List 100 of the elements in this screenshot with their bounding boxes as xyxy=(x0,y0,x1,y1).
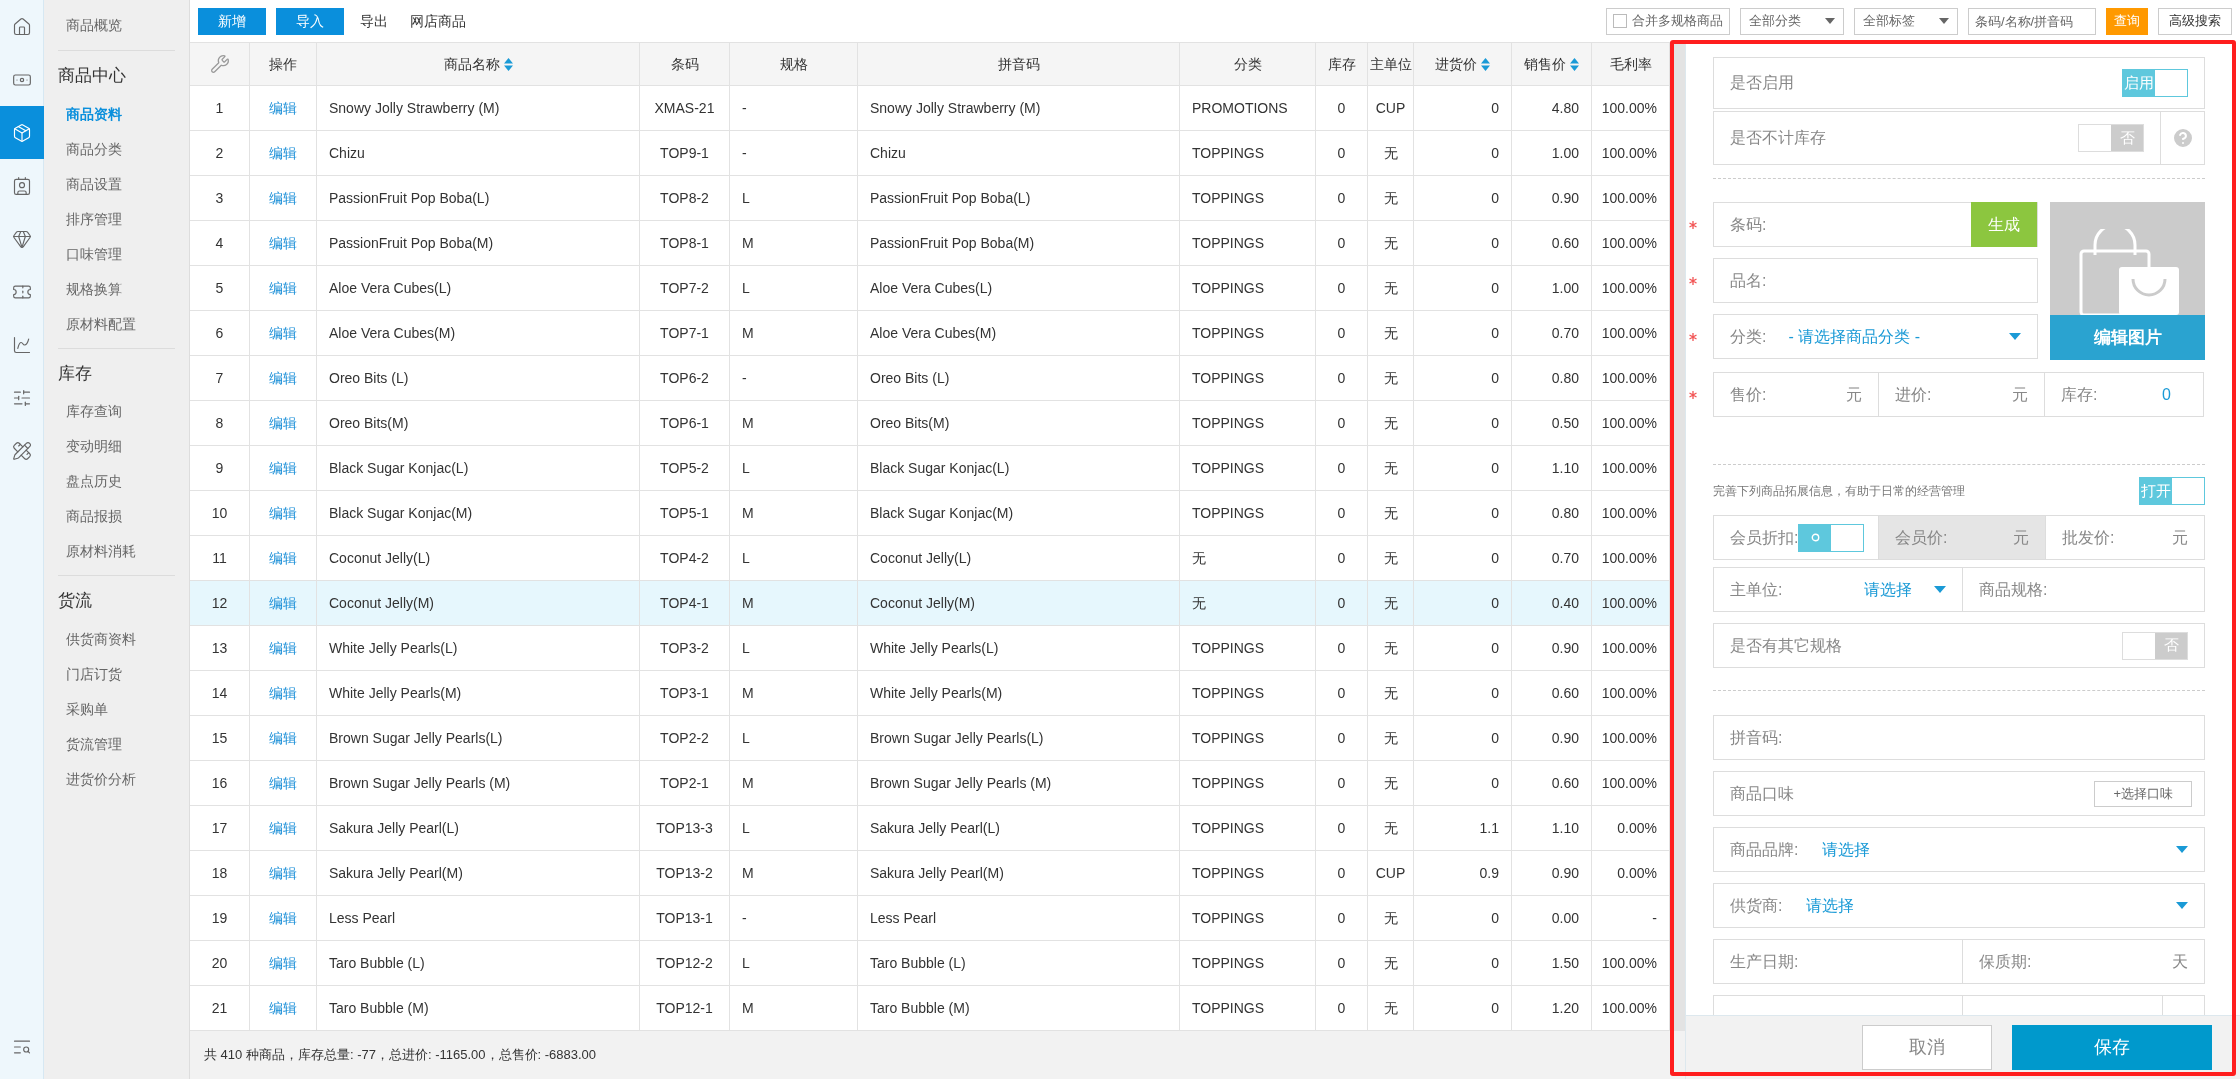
table-cell-text: Oreo Bits (L) xyxy=(870,368,950,388)
table-row[interactable]: 6 编辑 Aloe Vera Cubes(M) TOP7-1 M Aloe Vera Cubes(M) TOPPINGS 0 无 0 0.70 100.00% xyxy=(190,311,1670,356)
edit-link[interactable]: 编辑 xyxy=(269,142,297,164)
toggle-switch[interactable]: 启用 xyxy=(2122,69,2188,97)
nav-item[interactable]: 库存查询 xyxy=(58,401,175,421)
edit-link[interactable]: 编辑 xyxy=(269,682,297,704)
nav-item[interactable]: 货流管理 xyxy=(58,733,175,754)
nav-item[interactable]: 商品概览 xyxy=(58,15,175,36)
cancel-button[interactable]: 取消 xyxy=(1862,1025,1992,1070)
product-image[interactable]: 编辑图片 xyxy=(2050,202,2205,360)
table-row[interactable]: 20 编辑 Taro Bubble (L) TOP12-2 L Taro Bubble (L) TOPPINGS 0 无 0 1.50 100.00% xyxy=(190,941,1670,986)
table-cell-text: Black Sugar Konjac(M) xyxy=(870,503,1014,523)
table-row[interactable]: 8 编辑 Oreo Bits(M) TOP6-1 M Oreo Bits(M) TOPPINGS 0 无 0 0.50 100.00% xyxy=(190,401,1670,446)
toolbar-link[interactable]: 导出 xyxy=(354,10,394,32)
nav-item[interactable]: 口味管理 xyxy=(58,243,175,264)
edit-link[interactable]: 编辑 xyxy=(269,817,297,839)
column-header[interactable]: 商品名称 xyxy=(443,53,513,75)
toggle-switch[interactable] xyxy=(1798,523,1865,552)
edit-image-button[interactable]: 编辑图片 xyxy=(2050,315,2205,360)
advanced-search-button[interactable]: 高级搜索 xyxy=(2158,7,2232,35)
table-row[interactable]: 13 编辑 White Jelly Pearls(L) TOP3-2 L White Jelly Pearls(L) TOPPINGS 0 无 0 0.90 100.00% xyxy=(190,626,1670,671)
toggle-switch[interactable]: 打开 xyxy=(2139,477,2205,505)
input-field[interactable]: 保质期: 天 xyxy=(1963,939,2205,984)
nav-item[interactable]: 原材料配置 xyxy=(58,313,175,334)
edit-link[interactable]: 编辑 xyxy=(269,952,297,974)
table-row[interactable]: 12 编辑 Coconut Jelly(M) TOP4-1 M Coconut Jelly(M) 无 0 无 0 0.40 100.00% xyxy=(190,581,1670,626)
table-row[interactable]: 5 编辑 Aloe Vera Cubes(L) TOP7-2 L Aloe Vera Cubes(L) TOPPINGS 0 无 0 1.00 100.00% xyxy=(190,266,1670,311)
table-row[interactable]: 7 编辑 Oreo Bits (L) TOP6-2 - Oreo Bits (L) TOPPINGS 0 无 0 0.80 100.00% xyxy=(190,356,1670,401)
nav-item[interactable]: 商品资料 xyxy=(58,103,175,124)
edit-link[interactable]: 编辑 xyxy=(269,457,297,479)
search-field[interactable]: 条码/名称/拼音码 xyxy=(1968,7,2096,35)
nav-item[interactable]: 规格换算 xyxy=(58,278,175,299)
input-field[interactable]: 会员折扣: xyxy=(1713,515,1879,560)
input-field[interactable]: 进价: 元 xyxy=(1879,372,2045,417)
nav-item[interactable]: 原材料消耗 xyxy=(58,541,175,561)
filter-select[interactable]: 全部分类 xyxy=(1740,7,1844,35)
column-header[interactable]: 销售价 xyxy=(1524,53,1579,75)
nav-item[interactable]: 变动明细 xyxy=(58,436,175,456)
table-row[interactable]: 2 编辑 Chizu TOP9-1 - Chizu TOPPINGS 0 无 0 1.00 100.00% xyxy=(190,131,1670,176)
merge-checkbox[interactable]: 合并多规格商品 xyxy=(1606,7,1730,35)
edit-link[interactable]: 编辑 xyxy=(269,772,297,794)
table-row[interactable]: 16 编辑 Brown Sugar Jelly Pearls (M) TOP2-1 M Brown Sugar Jelly Pearls (M) TOPPINGS 0 无 0 0.60 100.00% xyxy=(190,761,1670,806)
edit-link[interactable]: 编辑 xyxy=(269,322,297,344)
table-row[interactable]: 15 编辑 Brown Sugar Jelly Pearls(L) TOP2-2 L Brown Sugar Jelly Pearls(L) TOPPINGS 0 无 0 0.90 100.00% xyxy=(190,716,1670,761)
table-row[interactable]: 21 编辑 Taro Bubble (M) TOP12-1 M Taro Bubble (M) TOPPINGS 0 无 0 1.20 100.00% xyxy=(190,986,1670,1031)
nav-item[interactable]: 门店订货 xyxy=(58,663,175,684)
table-row[interactable]: 10 编辑 Black Sugar Konjac(M) TOP5-1 M Black Sugar Konjac(M) TOPPINGS 0 无 0 0.80 100.00% xyxy=(190,491,1670,536)
edit-link[interactable]: 编辑 xyxy=(269,727,297,749)
table-row[interactable]: 4 编辑 PassionFruit Pop Boba(M) TOP8-1 M PassionFruit Pop Boba(M) TOPPINGS 0 无 0 0.60 100.00% xyxy=(190,221,1670,266)
input-field[interactable]: 商品规格: xyxy=(1963,567,2205,612)
edit-link[interactable]: 编辑 xyxy=(269,232,297,254)
column-header[interactable]: 进货价 xyxy=(1435,53,1490,75)
edit-link[interactable]: 编辑 xyxy=(269,502,297,524)
edit-link[interactable]: 编辑 xyxy=(269,592,297,614)
filter-select[interactable]: 全部标签 xyxy=(1854,7,1958,35)
table-row[interactable]: 11 编辑 Coconut Jelly(L) TOP4-2 L Coconut Jelly(L) 无 0 无 0 0.70 100.00% xyxy=(190,536,1670,581)
nav-item[interactable]: 进货价分析 xyxy=(58,768,175,789)
edit-link[interactable]: 编辑 xyxy=(269,277,297,299)
toolbar-button[interactable]: 导入 xyxy=(276,7,344,35)
toolbar-link[interactable]: 网店商品 xyxy=(404,10,472,32)
edit-link[interactable]: 编辑 xyxy=(269,367,297,389)
caret-icon xyxy=(1934,586,1946,593)
edit-link[interactable]: 编辑 xyxy=(269,907,297,929)
table-row[interactable]: 9 编辑 Black Sugar Konjac(L) TOP5-2 L Black Sugar Konjac(L) TOPPINGS 0 无 0 1.10 100.00% xyxy=(190,446,1670,491)
nav-item[interactable]: 商品分类 xyxy=(58,138,175,159)
save-button[interactable]: 保存 xyxy=(2012,1025,2212,1070)
input-field[interactable]: 生产日期: xyxy=(1713,939,1963,984)
input-field[interactable]: 批发价: 元 xyxy=(2046,515,2205,560)
edit-link[interactable]: 编辑 xyxy=(269,637,297,659)
table-row[interactable]: 1 编辑 Snowy Jolly Strawberry (M) XMAS-21 - Snowy Jolly Strawberry (M) PROMOTIONS 0 CUP 0 4.80 100.00% xyxy=(190,86,1670,131)
edit-link[interactable]: 编辑 xyxy=(269,97,297,119)
edit-link[interactable]: 编辑 xyxy=(269,412,297,434)
nav-item[interactable]: 采购单 xyxy=(58,698,175,719)
edit-link[interactable]: 编辑 xyxy=(269,547,297,569)
edit-link[interactable]: 编辑 xyxy=(269,997,297,1019)
query-button[interactable]: 查询 xyxy=(2106,7,2148,35)
edit-link[interactable]: 编辑 xyxy=(269,862,297,884)
dropdown-select[interactable]: 商品品牌: 请选择 xyxy=(1713,827,2205,872)
category-select[interactable]: 分类: - 请选择商品分类 - xyxy=(1713,314,2038,359)
dropdown-select[interactable]: 供货商: 请选择 xyxy=(1713,883,2205,928)
input-field[interactable]: 库存: 0 xyxy=(2045,372,2204,417)
input-field[interactable]: 条码: 生成 xyxy=(1713,202,2038,247)
nav-item[interactable]: 商品报损 xyxy=(58,506,175,526)
choose-flavor-button[interactable]: +选择口味 xyxy=(2094,780,2192,807)
table-row[interactable]: 14 编辑 White Jelly Pearls(M) TOP3-1 M White Jelly Pearls(M) TOPPINGS 0 无 0 0.60 100.00% xyxy=(190,671,1670,716)
nav-item[interactable]: 商品设置 xyxy=(58,173,175,194)
table-row[interactable]: 18 编辑 Sakura Jelly Pearl(M) TOP13-2 M Sakura Jelly Pearl(M) TOPPINGS 0 CUP 0.9 0.90 0.00% xyxy=(190,851,1670,896)
table-row[interactable]: 17 编辑 Sakura Jelly Pearl(L) TOP13-3 L Sakura Jelly Pearl(L) TOPPINGS 0 无 1.1 1.10 0.00% xyxy=(190,806,1670,851)
unit-select[interactable]: 主单位: 请选择 xyxy=(1713,567,1963,612)
nav-item[interactable]: 盘点历史 xyxy=(58,471,175,491)
edit-link[interactable]: 编辑 xyxy=(269,187,297,209)
table-row[interactable]: 19 编辑 Less Pearl TOP13-1 - Less Pearl TOPPINGS 0 无 0 0.00 - xyxy=(190,896,1670,941)
toolbar-button[interactable]: 新增 xyxy=(198,7,266,35)
input-field[interactable]: 品名: xyxy=(1713,258,2038,303)
nav-item[interactable]: 供货商资料 xyxy=(58,628,175,649)
generate-button[interactable]: 生成 xyxy=(1971,202,2037,247)
nav-item[interactable]: 排序管理 xyxy=(58,208,175,229)
table-row[interactable]: 3 编辑 PassionFruit Pop Boba(L) TOP8-2 L PassionFruit Pop Boba(L) TOPPINGS 0 无 0 0.90 100.00% xyxy=(190,176,1670,221)
input-field[interactable]: 拼音码: xyxy=(1713,715,2205,760)
input-field[interactable]: 售价: 元 xyxy=(1713,372,1879,417)
